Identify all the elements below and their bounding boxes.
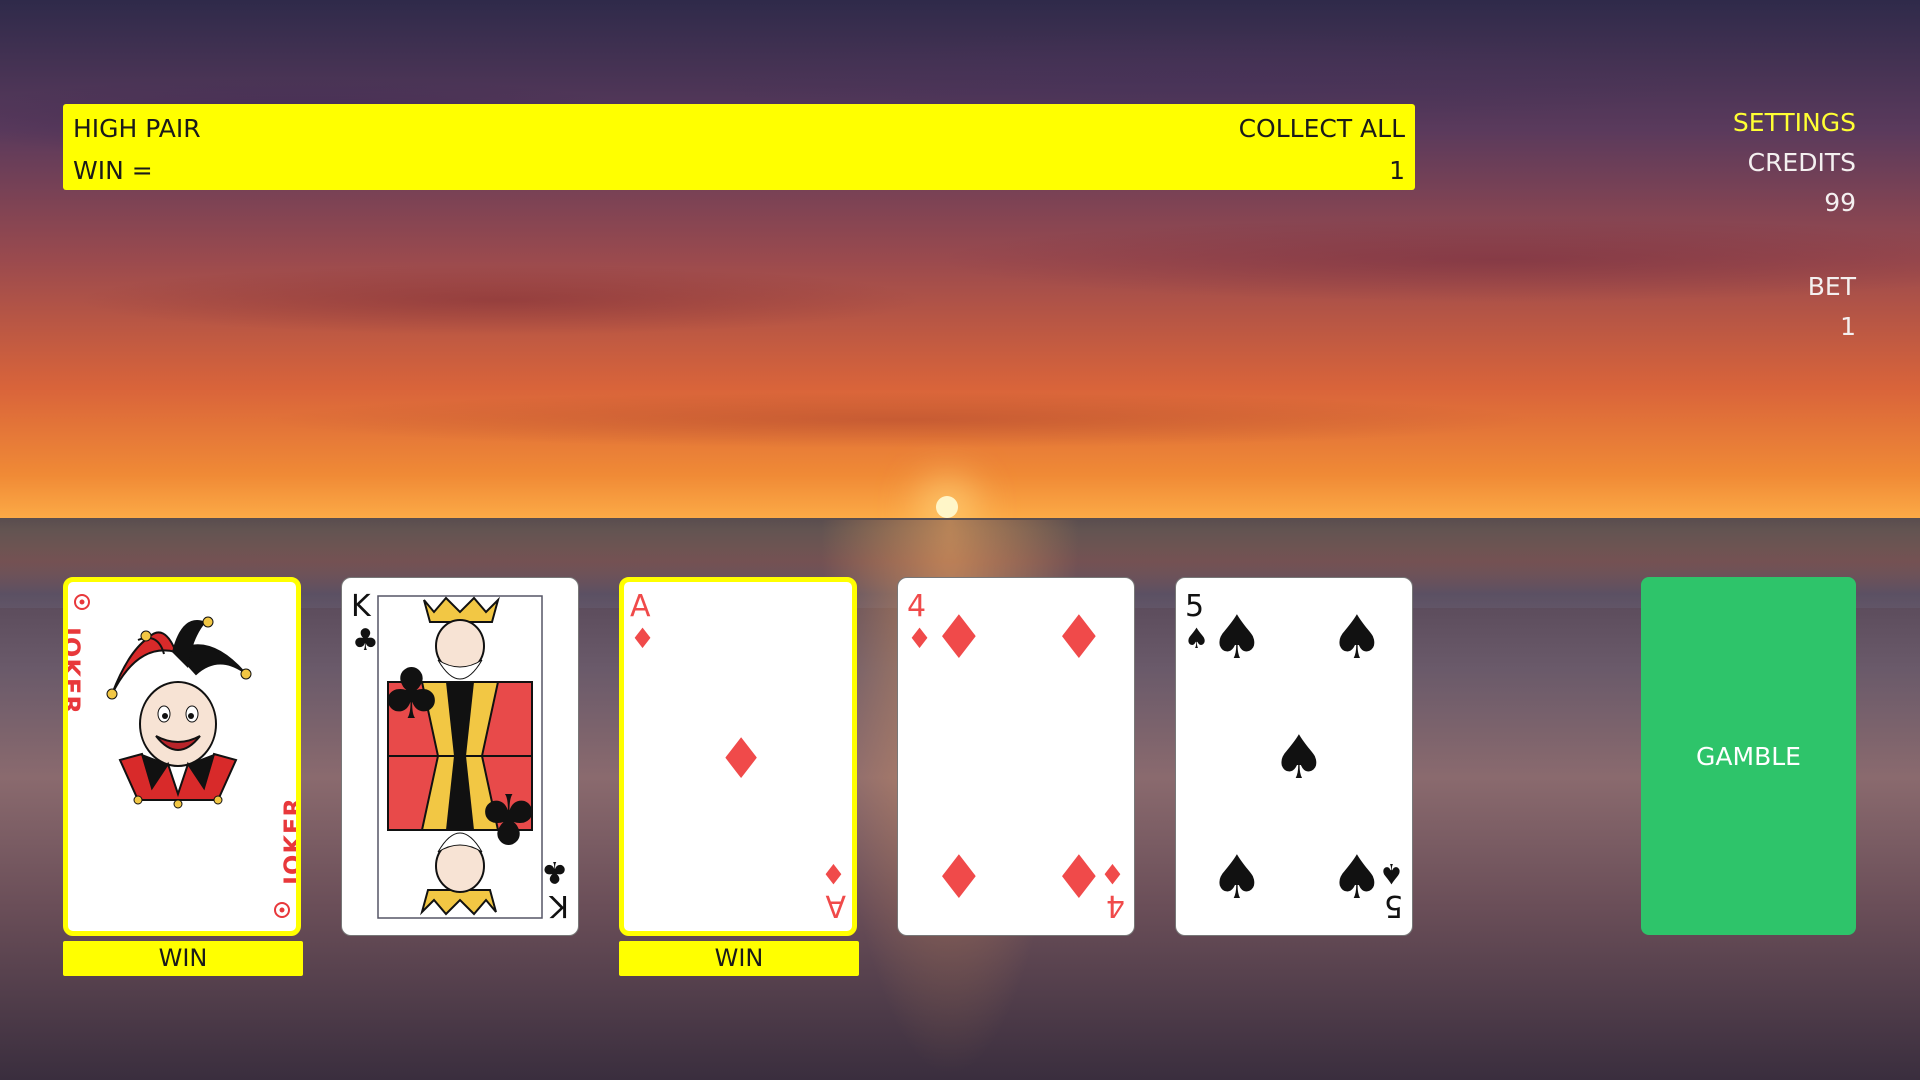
card-2-king-of-clubs[interactable]: K ♣ K ♣ ♣ ♣ [341, 577, 579, 936]
diamond-pip-icon: ♦ [907, 622, 932, 655]
king-sceptre-club-icon: ♣ [380, 653, 443, 735]
svg-text:♦: ♦ [821, 857, 846, 890]
card-1-joker[interactable]: JOKER JOKER [63, 577, 301, 936]
rank-bottom: 4 [1106, 888, 1125, 923]
svg-text:♠: ♠ [1330, 843, 1384, 913]
king-of-clubs-face: K ♣ K ♣ ♣ ♣ [351, 589, 569, 923]
settings-button[interactable]: SETTINGS [1733, 108, 1856, 137]
card-5-five-of-spades[interactable]: 5 ♠ 5 ♠ ♠ ♠ ♠ ♠ ♠ [1175, 577, 1413, 936]
hand-name: HIGH PAIR [73, 114, 201, 143]
joker-label-top: JOKER [68, 625, 85, 715]
ace-of-diamonds-face: A ♦ A ♦ ♦ [630, 589, 846, 923]
credits-value: 99 [1824, 188, 1856, 217]
joker-face: JOKER JOKER [68, 594, 296, 918]
rank-top: K [351, 589, 372, 624]
spade-pip-icon: ♠ [1184, 622, 1209, 655]
bet-label: BET [1807, 272, 1856, 301]
rank-top: A [630, 589, 651, 624]
win-amount: 1 [1389, 156, 1405, 185]
credits-label: CREDITS [1747, 148, 1856, 177]
rank-top: 4 [907, 589, 926, 624]
result-banner: HIGH PAIR COLLECT ALL WIN = 1 [63, 104, 1415, 190]
collect-all-button[interactable]: COLLECT ALL [1239, 114, 1405, 143]
svg-text:♦: ♦ [932, 603, 986, 673]
sky-clouds [0, 0, 1920, 520]
rank-bottom: K [548, 888, 569, 923]
rank-top: 5 [1185, 589, 1204, 624]
diamond-pip-icon: ♦ [630, 622, 655, 655]
svg-text:♦: ♦ [932, 843, 986, 913]
svg-text:♦: ♦ [1052, 603, 1106, 673]
win-label-card-3: WIN [619, 941, 859, 976]
svg-text:♠: ♠ [1272, 723, 1326, 793]
svg-text:♠: ♠ [1210, 843, 1264, 913]
rank-bottom: A [825, 888, 846, 923]
four-of-diamonds-face: 4 ♦ 4 ♦ ♦ ♦ ♦ ♦ [907, 589, 1125, 923]
svg-text:♠: ♠ [1330, 603, 1384, 673]
five-of-spades-face: 5 ♠ 5 ♠ ♠ ♠ ♠ ♠ ♠ [1184, 589, 1404, 923]
card-3-ace-of-diamonds[interactable]: A ♦ A ♦ ♦ [619, 577, 857, 936]
svg-text:♠: ♠ [1210, 603, 1264, 673]
win-label-card-1: WIN [63, 941, 303, 976]
sun [936, 496, 958, 518]
svg-text:♦: ♦ [1052, 843, 1106, 913]
win-label: WIN = [73, 156, 153, 185]
joker-label-bottom: JOKER [279, 797, 296, 887]
club-pip-icon: ♣ [352, 623, 379, 658]
bet-value: 1 [1840, 312, 1856, 341]
rank-bottom: 5 [1384, 888, 1403, 923]
card-4-four-of-diamonds[interactable]: 4 ♦ 4 ♦ ♦ ♦ ♦ ♦ [897, 577, 1135, 936]
center-diamond-icon: ♦ [716, 727, 766, 792]
gamble-button[interactable]: GAMBLE [1641, 577, 1856, 935]
svg-text:♣: ♣ [477, 777, 540, 859]
svg-text:♣: ♣ [541, 854, 568, 889]
